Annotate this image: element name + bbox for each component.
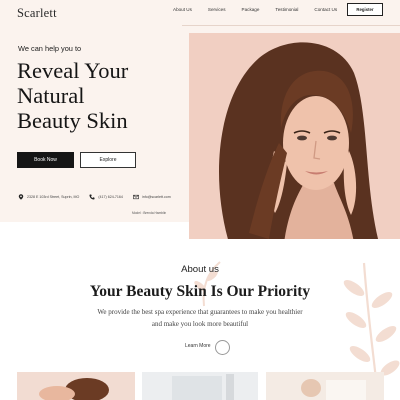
brand-logo[interactable]: Scarlett <box>17 6 57 21</box>
nav-services[interactable]: Services <box>208 7 226 12</box>
contact-address: 2328 E 103rd Street, Suprin, MO <box>18 194 79 200</box>
headline-line: Beauty Skin <box>17 108 128 133</box>
contact-email: info@scarlett.com <box>133 194 171 200</box>
massage-photo-illustration <box>17 372 135 400</box>
spa-interior-illustration <box>142 372 258 400</box>
register-button[interactable]: Register <box>347 3 383 16</box>
contact-info: 2328 E 103rd Street, Suprin, MO (417) 62… <box>18 194 181 200</box>
nav-package[interactable]: Package <box>242 7 260 12</box>
about-text-line: and make you look more beautiful <box>151 319 249 328</box>
service-image-interior[interactable] <box>142 372 258 400</box>
explore-button[interactable]: Explore <box>80 152 136 168</box>
about-text-line: We provide the best spa experience that … <box>97 308 303 316</box>
location-pin-icon <box>18 194 24 200</box>
photo-credit: Model : Brenda Hamblin <box>132 211 167 215</box>
decorative-line <box>182 25 400 26</box>
book-now-button[interactable]: Book Now <box>17 152 74 168</box>
hero-eyebrow: We can help you to <box>18 44 82 53</box>
model-portrait-illustration <box>189 33 400 239</box>
service-image-treatment[interactable] <box>266 372 384 400</box>
nav-contact-us[interactable]: Contact Us <box>314 7 337 12</box>
hero-headline: Reveal Your Natural Beauty Skin <box>17 58 187 133</box>
contact-phone: (417) 624-7164 <box>89 194 123 200</box>
hero-model-photo <box>189 33 400 239</box>
learn-more-link[interactable]: Learn More <box>185 343 211 349</box>
nav-testimonial[interactable]: Testimonial <box>275 7 298 12</box>
mail-icon <box>133 194 139 200</box>
headline-line: Natural <box>17 83 85 108</box>
email-text[interactable]: info@scarlett.com <box>142 195 171 199</box>
about-description: We provide the best spa experience that … <box>80 307 320 330</box>
service-image-massage[interactable] <box>17 372 135 400</box>
about-title: Your Beauty Skin Is Our Priority <box>89 283 311 300</box>
treatment-photo-illustration <box>266 372 384 400</box>
headline-line: Reveal Your <box>17 58 129 83</box>
learn-more-circle-icon[interactable] <box>215 340 230 355</box>
phone-icon <box>89 194 95 200</box>
about-label: About us <box>181 264 219 275</box>
nav-about-us[interactable]: About Us <box>173 7 192 12</box>
address-text: 2328 E 103rd Street, Suprin, MO <box>27 195 80 199</box>
main-nav: About Us Services Package Testimonial Co… <box>173 7 353 12</box>
phone-text[interactable]: (417) 624-7164 <box>98 195 123 199</box>
